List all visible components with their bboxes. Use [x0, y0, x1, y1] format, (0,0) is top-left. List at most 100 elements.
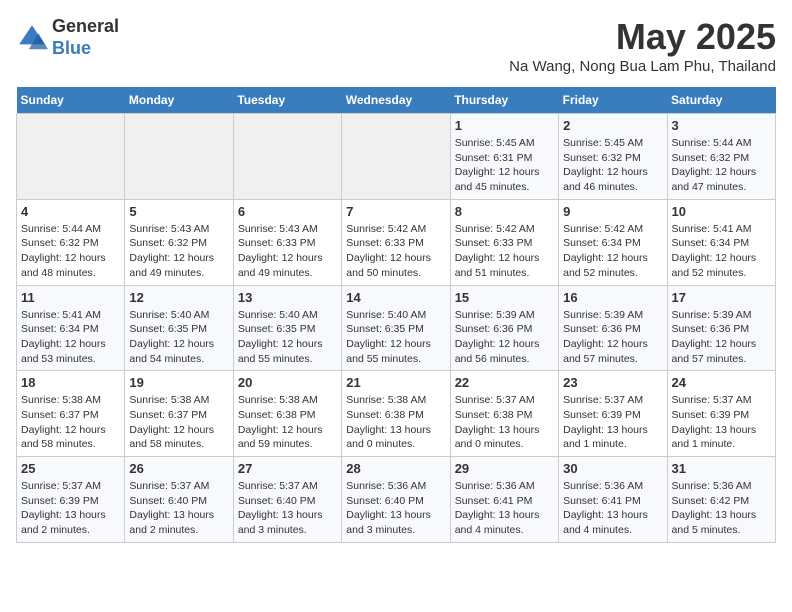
column-header-monday: Monday: [125, 87, 233, 114]
week-row-1: 1 Sunrise: 5:45 AM Sunset: 6:31 PM Daylig…: [17, 114, 776, 200]
day-number: 21: [346, 375, 445, 390]
day-cell: 6Sunrise: 5:43 AM Sunset: 6:33 PM Daylig…: [233, 199, 341, 285]
day-number: 31: [672, 461, 771, 476]
day-cell: 28Sunrise: 5:36 AM Sunset: 6:40 PM Dayli…: [342, 457, 450, 543]
day-cell: 11 Sunrise: 5:41 AM Sunset: 6:34 PM Dayli…: [17, 285, 125, 371]
day-number: 3: [672, 118, 771, 133]
day-info: Sunrise: 5:38 AM Sunset: 6:38 PM Dayligh…: [238, 393, 337, 452]
day-info: Sunrise: 5:36 AM Sunset: 6:41 PM Dayligh…: [563, 479, 662, 538]
day-info: Sunrise: 5:42 AM Sunset: 6:33 PM Dayligh…: [346, 222, 445, 281]
day-cell: 16 Sunrise: 5:39 AM Sunset: 6:36 PM Dayli…: [559, 285, 667, 371]
column-header-sunday: Sunday: [17, 87, 125, 114]
day-cell: 9 Sunrise: 5:42 AM Sunset: 6:34 PM Daylig…: [559, 199, 667, 285]
day-info: Sunrise: 5:38 AM Sunset: 6:37 PM Dayligh…: [129, 393, 228, 452]
day-info: Sunrise: 5:39 AM Sunset: 6:36 PM Dayligh…: [563, 308, 662, 367]
day-info: Sunrise: 5:39 AM Sunset: 6:36 PM Dayligh…: [455, 308, 554, 367]
column-header-saturday: Saturday: [667, 87, 775, 114]
logo-icon: [16, 22, 48, 54]
day-info: Sunrise: 5:36 AM Sunset: 6:40 PM Dayligh…: [346, 479, 445, 538]
day-cell: 19 Sunrise: 5:38 AM Sunset: 6:37 PM Dayli…: [125, 371, 233, 457]
day-number: 13: [238, 290, 337, 305]
column-header-wednesday: Wednesday: [342, 87, 450, 114]
day-number: 12: [129, 290, 228, 305]
day-number: 15: [455, 290, 554, 305]
day-info: Sunrise: 5:40 AM Sunset: 6:35 PM Dayligh…: [346, 308, 445, 367]
day-number: 11: [21, 290, 120, 305]
day-number: 4: [21, 204, 120, 219]
day-number: 5: [129, 204, 228, 219]
calendar-table: SundayMondayTuesdayWednesdayThursdayFrid…: [16, 87, 776, 543]
day-cell: 14 Sunrise: 5:40 AM Sunset: 6:35 PM Dayli…: [342, 285, 450, 371]
day-cell: [125, 114, 233, 200]
day-cell: 3 Sunrise: 5:44 AM Sunset: 6:32 PM Daylig…: [667, 114, 775, 200]
day-info: Sunrise: 5:38 AM Sunset: 6:37 PM Dayligh…: [21, 393, 120, 452]
location: Na Wang, Nong Bua Lam Phu, Thailand: [509, 58, 776, 75]
day-cell: 13 Sunrise: 5:40 AM Sunset: 6:35 PM Dayli…: [233, 285, 341, 371]
day-cell: 27 Sunrise: 5:37 AM Sunset: 6:40 PM Dayli…: [233, 457, 341, 543]
day-number: 9: [563, 204, 662, 219]
day-info: Sunrise: 5:42 AM Sunset: 6:33 PM Dayligh…: [455, 222, 554, 281]
day-info: Sunrise: 5:42 AM Sunset: 6:34 PM Dayligh…: [563, 222, 662, 281]
day-info: Sunrise: 5:43 AM Sunset: 6:32 PM Dayligh…: [129, 222, 228, 281]
day-number: 24: [672, 375, 771, 390]
day-cell: 7Sunrise: 5:42 AM Sunset: 6:33 PM Daylig…: [342, 199, 450, 285]
day-info: Sunrise: 5:44 AM Sunset: 6:32 PM Dayligh…: [672, 136, 771, 195]
week-row-4: 18 Sunrise: 5:38 AM Sunset: 6:37 PM Dayli…: [17, 371, 776, 457]
day-cell: 24Sunrise: 5:37 AM Sunset: 6:39 PM Dayli…: [667, 371, 775, 457]
day-cell: 20Sunrise: 5:38 AM Sunset: 6:38 PM Dayli…: [233, 371, 341, 457]
day-info: Sunrise: 5:39 AM Sunset: 6:36 PM Dayligh…: [672, 308, 771, 367]
column-header-thursday: Thursday: [450, 87, 558, 114]
day-number: 8: [455, 204, 554, 219]
day-number: 26: [129, 461, 228, 476]
day-cell: 21Sunrise: 5:38 AM Sunset: 6:38 PM Dayli…: [342, 371, 450, 457]
day-cell: 26 Sunrise: 5:37 AM Sunset: 6:40 PM Dayli…: [125, 457, 233, 543]
logo-general-text: General: [52, 16, 119, 38]
day-info: Sunrise: 5:44 AM Sunset: 6:32 PM Dayligh…: [21, 222, 120, 281]
day-number: 10: [672, 204, 771, 219]
header-row: SundayMondayTuesdayWednesdayThursdayFrid…: [17, 87, 776, 114]
day-info: Sunrise: 5:41 AM Sunset: 6:34 PM Dayligh…: [672, 222, 771, 281]
day-info: Sunrise: 5:37 AM Sunset: 6:40 PM Dayligh…: [129, 479, 228, 538]
day-cell: 25 Sunrise: 5:37 AM Sunset: 6:39 PM Dayli…: [17, 457, 125, 543]
day-number: 19: [129, 375, 228, 390]
day-number: 14: [346, 290, 445, 305]
day-number: 27: [238, 461, 337, 476]
column-header-tuesday: Tuesday: [233, 87, 341, 114]
day-cell: 23 Sunrise: 5:37 AM Sunset: 6:39 PM Dayli…: [559, 371, 667, 457]
day-cell: 30Sunrise: 5:36 AM Sunset: 6:41 PM Dayli…: [559, 457, 667, 543]
week-row-5: 25 Sunrise: 5:37 AM Sunset: 6:39 PM Dayli…: [17, 457, 776, 543]
day-cell: 22Sunrise: 5:37 AM Sunset: 6:38 PM Dayli…: [450, 371, 558, 457]
day-info: Sunrise: 5:37 AM Sunset: 6:40 PM Dayligh…: [238, 479, 337, 538]
day-info: Sunrise: 5:45 AM Sunset: 6:32 PM Dayligh…: [563, 136, 662, 195]
day-info: Sunrise: 5:40 AM Sunset: 6:35 PM Dayligh…: [129, 308, 228, 367]
day-number: 22: [455, 375, 554, 390]
page-header: General Blue May 2025 Na Wang, Nong Bua …: [16, 16, 776, 75]
day-info: Sunrise: 5:36 AM Sunset: 6:42 PM Dayligh…: [672, 479, 771, 538]
day-cell: 10 Sunrise: 5:41 AM Sunset: 6:34 PM Dayli…: [667, 199, 775, 285]
day-cell: 8 Sunrise: 5:42 AM Sunset: 6:33 PM Daylig…: [450, 199, 558, 285]
day-cell: 5 Sunrise: 5:43 AM Sunset: 6:32 PM Daylig…: [125, 199, 233, 285]
day-cell: 29Sunrise: 5:36 AM Sunset: 6:41 PM Dayli…: [450, 457, 558, 543]
day-number: 17: [672, 290, 771, 305]
day-cell: 18 Sunrise: 5:38 AM Sunset: 6:37 PM Dayli…: [17, 371, 125, 457]
day-info: Sunrise: 5:41 AM Sunset: 6:34 PM Dayligh…: [21, 308, 120, 367]
logo: General Blue: [16, 16, 119, 59]
day-number: 23: [563, 375, 662, 390]
day-info: Sunrise: 5:37 AM Sunset: 6:39 PM Dayligh…: [563, 393, 662, 452]
day-number: 29: [455, 461, 554, 476]
logo-blue-text: Blue: [52, 38, 119, 60]
day-info: Sunrise: 5:45 AM Sunset: 6:31 PM Dayligh…: [455, 136, 554, 195]
day-info: Sunrise: 5:37 AM Sunset: 6:39 PM Dayligh…: [21, 479, 120, 538]
day-cell: [17, 114, 125, 200]
day-info: Sunrise: 5:40 AM Sunset: 6:35 PM Dayligh…: [238, 308, 337, 367]
day-cell: 2Sunrise: 5:45 AM Sunset: 6:32 PM Daylig…: [559, 114, 667, 200]
day-number: 1: [455, 118, 554, 133]
day-number: 16: [563, 290, 662, 305]
day-cell: 17 Sunrise: 5:39 AM Sunset: 6:36 PM Dayli…: [667, 285, 775, 371]
week-row-2: 4 Sunrise: 5:44 AM Sunset: 6:32 PM Daylig…: [17, 199, 776, 285]
day-cell: [233, 114, 341, 200]
day-number: 18: [21, 375, 120, 390]
day-cell: 15 Sunrise: 5:39 AM Sunset: 6:36 PM Dayli…: [450, 285, 558, 371]
day-number: 25: [21, 461, 120, 476]
day-cell: 1 Sunrise: 5:45 AM Sunset: 6:31 PM Daylig…: [450, 114, 558, 200]
